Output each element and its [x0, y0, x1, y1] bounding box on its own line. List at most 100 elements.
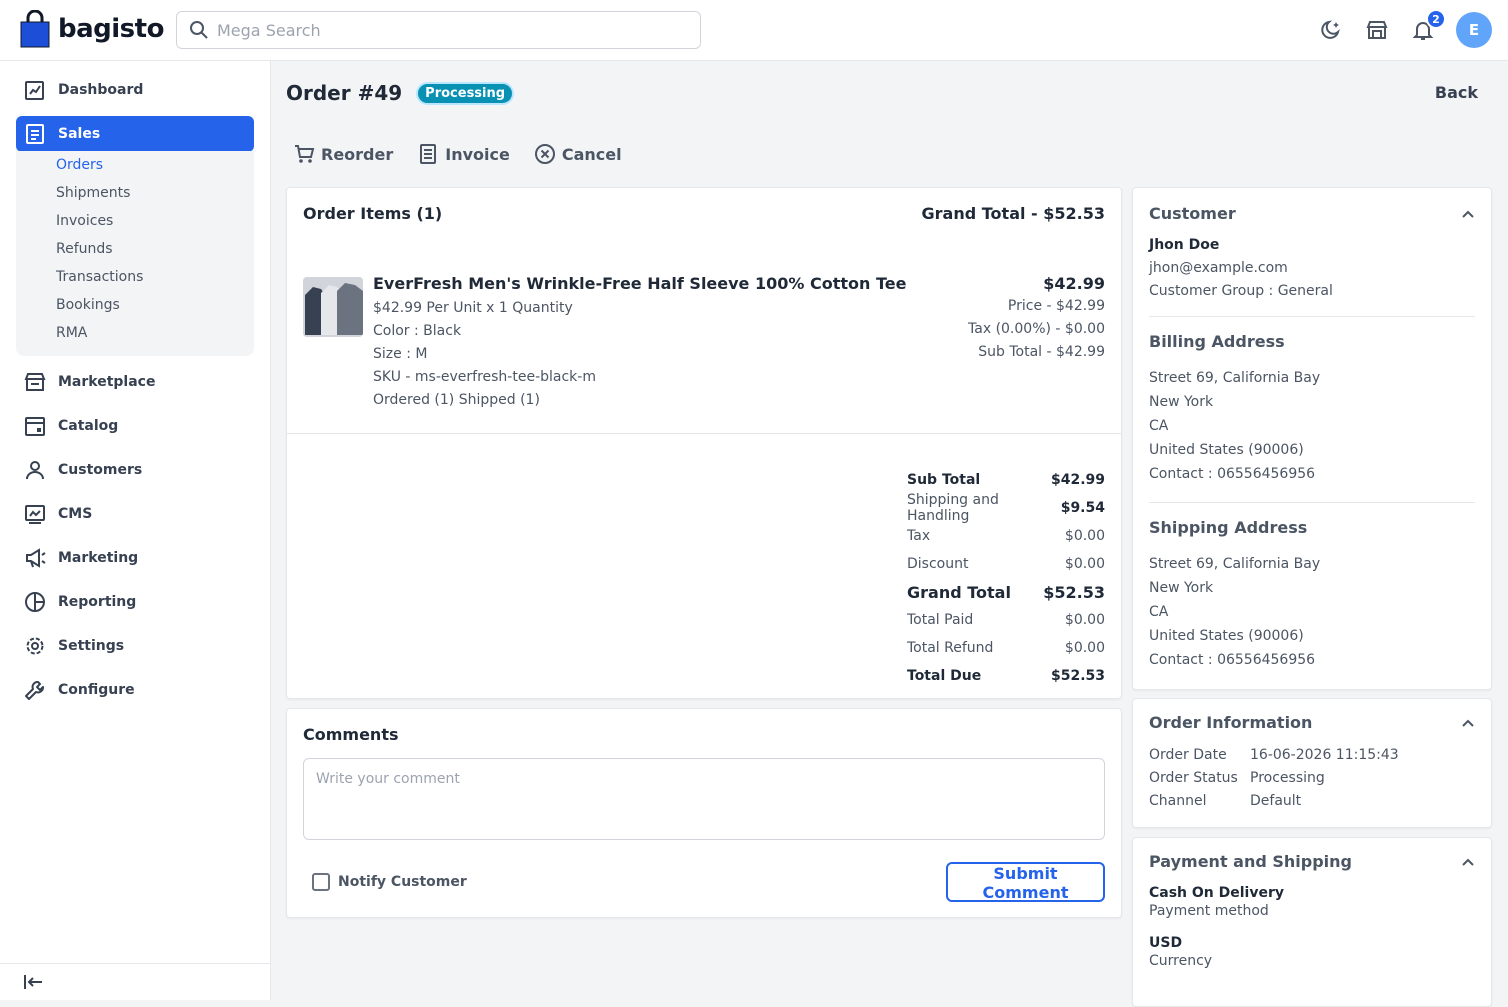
customer-card: Customer Jhon Doe jhon@example.com Custo…: [1132, 187, 1492, 690]
sales-submenu: Orders Shipments Invoices Refunds Transa…: [16, 151, 254, 356]
payment-method-value: Cash On Delivery: [1149, 885, 1285, 901]
catalog-icon: [25, 417, 45, 436]
totals-row-subtotal: Sub Total $42.99: [907, 472, 1105, 488]
shopping-bag-icon: [20, 10, 50, 48]
product-unit-line: $42.99 Per Unit x 1 Quantity: [373, 300, 573, 316]
product-info: EverFresh Men's Wrinkle-Free Half Sleeve…: [373, 274, 906, 412]
invoice-icon: [420, 144, 437, 164]
cancel-label: Cancel: [561, 144, 622, 164]
top-bar: bagisto 2 E: [0, 0, 1508, 61]
notify-customer-toggle[interactable]: Notify Customer: [312, 873, 467, 891]
channel-row: Channel Default: [1149, 793, 1302, 809]
dashboard-icon: [25, 81, 44, 100]
status-badge: Processing: [416, 81, 515, 105]
product-price: Price - $42.99: [1007, 298, 1105, 314]
sidebar: Dashboard Sales Orders Shipments Invoice…: [0, 61, 271, 1000]
totals-row-refund: Total Refund $0.00: [907, 640, 1105, 656]
submenu-item-transactions[interactable]: Transactions: [56, 269, 143, 285]
sidebar-item-settings[interactable]: Settings: [16, 628, 254, 664]
sidebar-item-label: Customers: [58, 462, 143, 478]
product-ordered-shipped: Ordered (1) Shipped (1): [373, 392, 540, 408]
submenu-item-shipments[interactable]: Shipments: [56, 185, 130, 201]
sidebar-item-reporting[interactable]: Reporting: [16, 584, 254, 620]
megaphone-icon: [26, 548, 46, 568]
submenu-item-refunds[interactable]: Refunds: [56, 241, 113, 257]
mega-search[interactable]: [176, 11, 701, 49]
invoice-label: Invoice: [445, 144, 510, 164]
sidebar-item-cms[interactable]: CMS: [16, 496, 254, 532]
totals-row-shipping: Shipping and Handling $9.54: [907, 492, 1105, 524]
customer-email: jhon@example.com: [1149, 260, 1288, 276]
back-link[interactable]: Back: [1435, 83, 1478, 102]
payment-method-label: Payment method: [1149, 903, 1269, 919]
submit-comment-button[interactable]: Submit Comment: [946, 862, 1105, 902]
page-title: Order #49: [286, 81, 403, 105]
shipping-address: Street 69, California Bay New York CA Un…: [1149, 556, 1321, 668]
sidebar-item-catalog[interactable]: Catalog: [16, 408, 254, 444]
storefront-icon[interactable]: [1364, 17, 1390, 43]
customer-title: Customer: [1149, 204, 1236, 223]
collapse-left-icon: [24, 975, 42, 989]
submenu-item-bookings[interactable]: Bookings: [56, 297, 120, 313]
notify-customer-checkbox[interactable]: [312, 873, 330, 891]
pie-chart-icon: [25, 592, 45, 612]
main-content: Order #49 Processing Back Reorder Invoic…: [271, 61, 1508, 1007]
dark-mode-icon[interactable]: [1318, 17, 1344, 43]
product-prices: $42.99 Price - $42.99 Tax (0.00%) - $0.0…: [968, 274, 1105, 364]
reorder-label: Reorder: [321, 144, 394, 164]
submenu-item-rma[interactable]: RMA: [56, 325, 87, 341]
divider: [1149, 502, 1475, 503]
product-total: $42.99: [1043, 274, 1105, 293]
product-size: Size : M: [373, 346, 428, 362]
notification-count-badge: 2: [1426, 9, 1446, 29]
submenu-item-invoices[interactable]: Invoices: [56, 213, 113, 229]
sidebar-item-marketplace[interactable]: Marketplace: [16, 364, 254, 400]
marketplace-icon: [24, 373, 46, 391]
sidebar-item-label: Catalog: [58, 418, 119, 434]
divider: [287, 433, 1121, 434]
totals-row-paid: Total Paid $0.00: [907, 612, 1105, 628]
user-avatar[interactable]: E: [1456, 12, 1492, 48]
chevron-up-icon[interactable]: [1461, 716, 1475, 730]
wrench-icon: [25, 681, 44, 700]
sidebar-item-label: Dashboard: [58, 82, 144, 98]
customer-group: Customer Group : General: [1149, 283, 1333, 299]
billing-address-title: Billing Address: [1149, 332, 1285, 351]
totals-row-tax: Tax $0.00: [907, 528, 1105, 544]
user-icon: [26, 461, 44, 480]
shipping-address-title: Shipping Address: [1149, 518, 1308, 537]
reorder-button[interactable]: Reorder: [293, 143, 393, 165]
submenu-item-orders[interactable]: Orders: [56, 157, 103, 173]
grand-total-header: Grand Total - $52.53: [921, 204, 1105, 223]
sidebar-item-label: Marketing: [58, 550, 139, 566]
search-input[interactable]: [217, 20, 697, 40]
sidebar-item-label: Settings: [58, 638, 125, 654]
notification-bell-icon[interactable]: 2: [1410, 9, 1446, 43]
search-icon: [190, 21, 208, 39]
chevron-up-icon[interactable]: [1461, 855, 1475, 869]
product-name[interactable]: EverFresh Men's Wrinkle-Free Half Sleeve…: [373, 274, 906, 293]
order-actions: Reorder Invoice Cancel: [293, 143, 622, 165]
sidebar-item-customers[interactable]: Customers: [16, 452, 254, 488]
sales-icon: [26, 124, 44, 144]
collapse-sidebar-button[interactable]: [0, 963, 270, 1000]
cancel-button[interactable]: Cancel: [534, 143, 622, 165]
sidebar-item-configure[interactable]: Configure: [16, 672, 254, 708]
order-information-title: Order Information: [1149, 713, 1313, 732]
comment-input[interactable]: [303, 758, 1105, 840]
divider: [1149, 316, 1475, 317]
product-subtotal: Sub Total - $42.99: [978, 344, 1105, 360]
cart-icon: [295, 145, 315, 163]
order-items-card: Order Items (1) Grand Total - $52.53 Eve…: [286, 187, 1122, 699]
sidebar-item-marketing[interactable]: Marketing: [16, 540, 254, 576]
cancel-circle-icon: [534, 144, 555, 164]
billing-address: Street 69, California Bay New York CA Un…: [1149, 370, 1321, 482]
product-color: Color : Black: [373, 323, 462, 339]
sidebar-item-dashboard[interactable]: Dashboard: [16, 72, 254, 108]
currency-value: USD: [1149, 935, 1183, 951]
invoice-button[interactable]: Invoice: [417, 143, 510, 165]
chevron-up-icon[interactable]: [1461, 207, 1475, 221]
brand-logo[interactable]: bagisto: [20, 10, 164, 48]
sidebar-item-sales[interactable]: Sales: [16, 116, 254, 152]
totals-row-due: Total Due $52.53: [907, 668, 1105, 684]
